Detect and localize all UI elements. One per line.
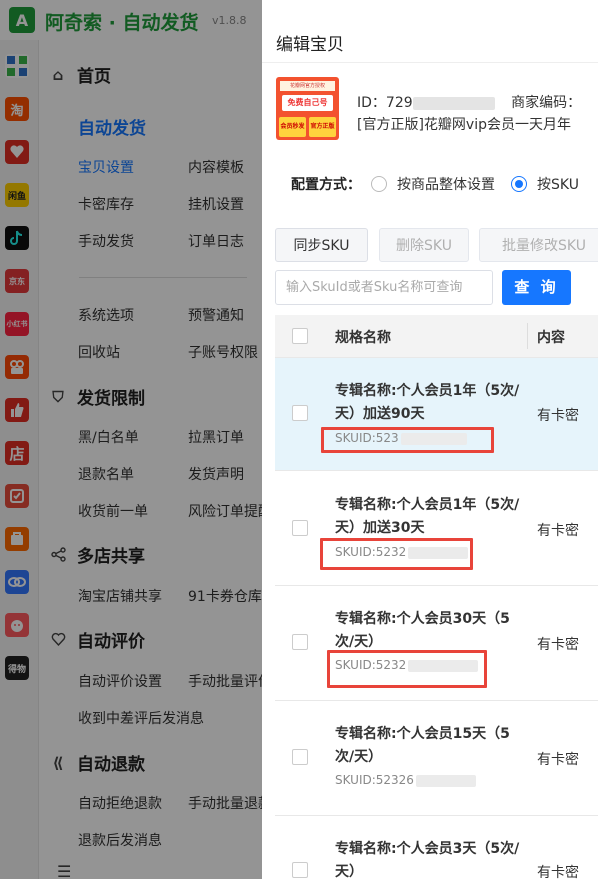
sku-content-type: 有卡密 xyxy=(537,408,579,424)
config-radio-by-sku[interactable] xyxy=(511,176,527,192)
row-checkbox[interactable] xyxy=(292,862,308,878)
row-checkbox[interactable] xyxy=(292,405,308,421)
sku-content-type: 有卡密 xyxy=(537,523,579,539)
sku-content-type: 有卡密 xyxy=(537,637,579,653)
skuid-highlight-box xyxy=(321,427,494,453)
sku-name: 专辑名称:个人会员15天（5次/天） xyxy=(335,726,510,765)
thumb-top-text: 花瓣网官方授权 xyxy=(280,81,335,91)
sku-name: 专辑名称:个人会员30天（5次/天） xyxy=(335,611,510,650)
skuid-highlight-box xyxy=(320,538,473,570)
row-checkbox[interactable] xyxy=(292,749,308,765)
thumb-right-tag: 官方正版 xyxy=(309,117,336,137)
config-option-by-sku[interactable]: 按SKU xyxy=(537,174,579,194)
config-mode-label: 配置方式： xyxy=(291,177,361,193)
delete-sku-button[interactable]: 删除SKU xyxy=(379,228,469,262)
product-id-row: ID：729 商家编码： xyxy=(357,92,581,112)
thumb-left-tag: 会员秒发 xyxy=(279,117,306,137)
row-checkbox[interactable] xyxy=(292,634,308,650)
drawer-title: 编辑宝贝 xyxy=(276,35,344,55)
query-button[interactable]: 查 询 xyxy=(502,270,571,305)
row-checkbox[interactable] xyxy=(292,520,308,536)
column-divider xyxy=(527,323,528,349)
config-mode-row: 配置方式： 按商品整体设置 按SKU xyxy=(291,174,579,194)
sku-content-type: 有卡密 xyxy=(537,865,579,879)
skuid-highlight-box xyxy=(327,650,487,688)
sku-search-input[interactable] xyxy=(275,270,493,305)
table-row[interactable]: 专辑名称:个人会员15天（5次/天） SKUID:52326 有卡密 xyxy=(275,701,598,816)
batch-edit-sku-button[interactable]: 批量修改SKU xyxy=(479,228,598,262)
config-radio-whole-item[interactable] xyxy=(371,176,387,192)
thumb-badge: 免费自己号 xyxy=(282,95,333,111)
product-name: [官方正版]花瓣网vip会员一天月年 xyxy=(357,117,571,133)
sku-id: SKUID:52326 xyxy=(335,773,476,787)
redacted-sku-id xyxy=(415,774,476,787)
edit-item-drawer: 编辑宝贝 花瓣网官方授权 免费自己号 会员秒发 官方正版 ID：729 商家编码… xyxy=(262,0,598,879)
merchant-code-label: 商家编码： xyxy=(511,95,582,111)
table-row[interactable]: 专辑名称:个人会员3天（5次/天） 有卡密 xyxy=(275,816,598,879)
redacted-id xyxy=(412,96,495,110)
sku-id-text: SKUID:52326 xyxy=(335,773,414,787)
config-option-whole-item[interactable]: 按商品整体设置 xyxy=(397,174,495,194)
sku-name: 专辑名称:个人会员1年（5次/天）加送30天 xyxy=(335,497,520,536)
column-spec-name: 规格名称 xyxy=(335,330,391,346)
sku-content-type: 有卡密 xyxy=(537,752,579,768)
column-content: 内容 xyxy=(537,330,565,346)
product-id: ID：729 xyxy=(357,95,413,111)
sku-table-header: 规格名称 内容 xyxy=(275,315,598,358)
product-thumbnail: 花瓣网官方授权 免费自己号 会员秒发 官方正版 xyxy=(276,77,339,140)
drawer-divider xyxy=(262,62,598,63)
sku-name: 专辑名称:个人会员1年（5次/天）加送90天 xyxy=(335,383,520,422)
sync-sku-button[interactable]: 同步SKU xyxy=(275,228,368,262)
sku-name: 专辑名称:个人会员3天（5次/天） xyxy=(335,841,520,879)
select-all-checkbox[interactable] xyxy=(292,328,308,344)
table-row[interactable]: 专辑名称:个人会员1年（5次/天）加送90天 SKUID:523 有卡密 xyxy=(275,358,598,471)
